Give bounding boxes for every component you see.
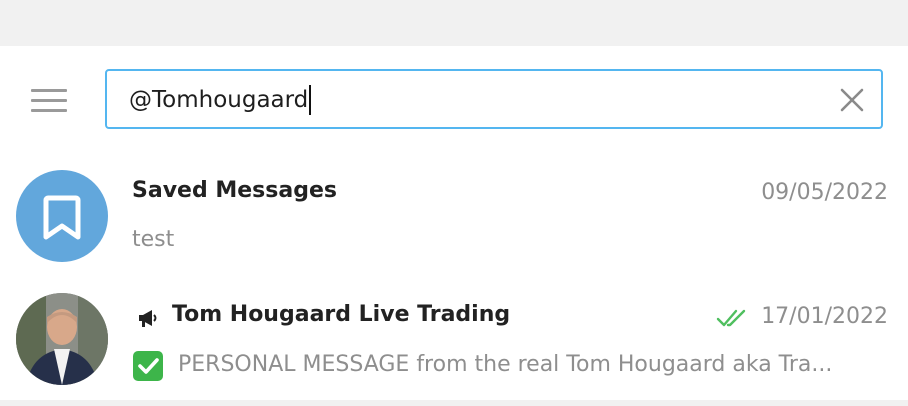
chat-preview: PERSONAL MESSAGE from the real Tom Houga… xyxy=(178,352,833,377)
profile-photo xyxy=(16,293,108,385)
double-check-icon xyxy=(716,309,746,327)
chat-item-saved-messages[interactable]: Saved Messages 09/05/2022 test xyxy=(0,156,908,276)
search-input[interactable]: @Tomhougaard xyxy=(105,69,883,129)
avatar xyxy=(16,170,108,262)
hamburger-line xyxy=(31,109,67,112)
chat-name: Tom Hougaard Live Trading xyxy=(172,302,511,327)
search-query-text: @Tomhougaard xyxy=(129,87,309,113)
hamburger-menu-icon xyxy=(31,89,67,92)
check-mark-icon xyxy=(138,358,159,374)
avatar xyxy=(16,293,108,385)
chat-date: 09/05/2022 xyxy=(761,180,888,205)
chat-date: 17/01/2022 xyxy=(761,304,888,329)
main-menu-button[interactable] xyxy=(28,86,70,116)
list-bottom-divider xyxy=(0,400,908,406)
green-check-emoji-icon xyxy=(133,351,163,381)
chat-name: Saved Messages xyxy=(132,178,337,203)
window-top-bar xyxy=(0,0,908,46)
chat-preview: test xyxy=(132,227,175,252)
bookmark-icon xyxy=(43,195,81,240)
hamburger-line xyxy=(31,99,67,102)
chat-item-tom-hougaard-live-trading[interactable]: Tom Hougaard Live Trading 17/01/2022 PER… xyxy=(0,276,908,396)
close-icon[interactable] xyxy=(837,85,867,115)
search-input-value: @Tomhougaard xyxy=(129,85,312,115)
text-caret xyxy=(309,85,312,115)
megaphone-icon xyxy=(139,310,157,327)
